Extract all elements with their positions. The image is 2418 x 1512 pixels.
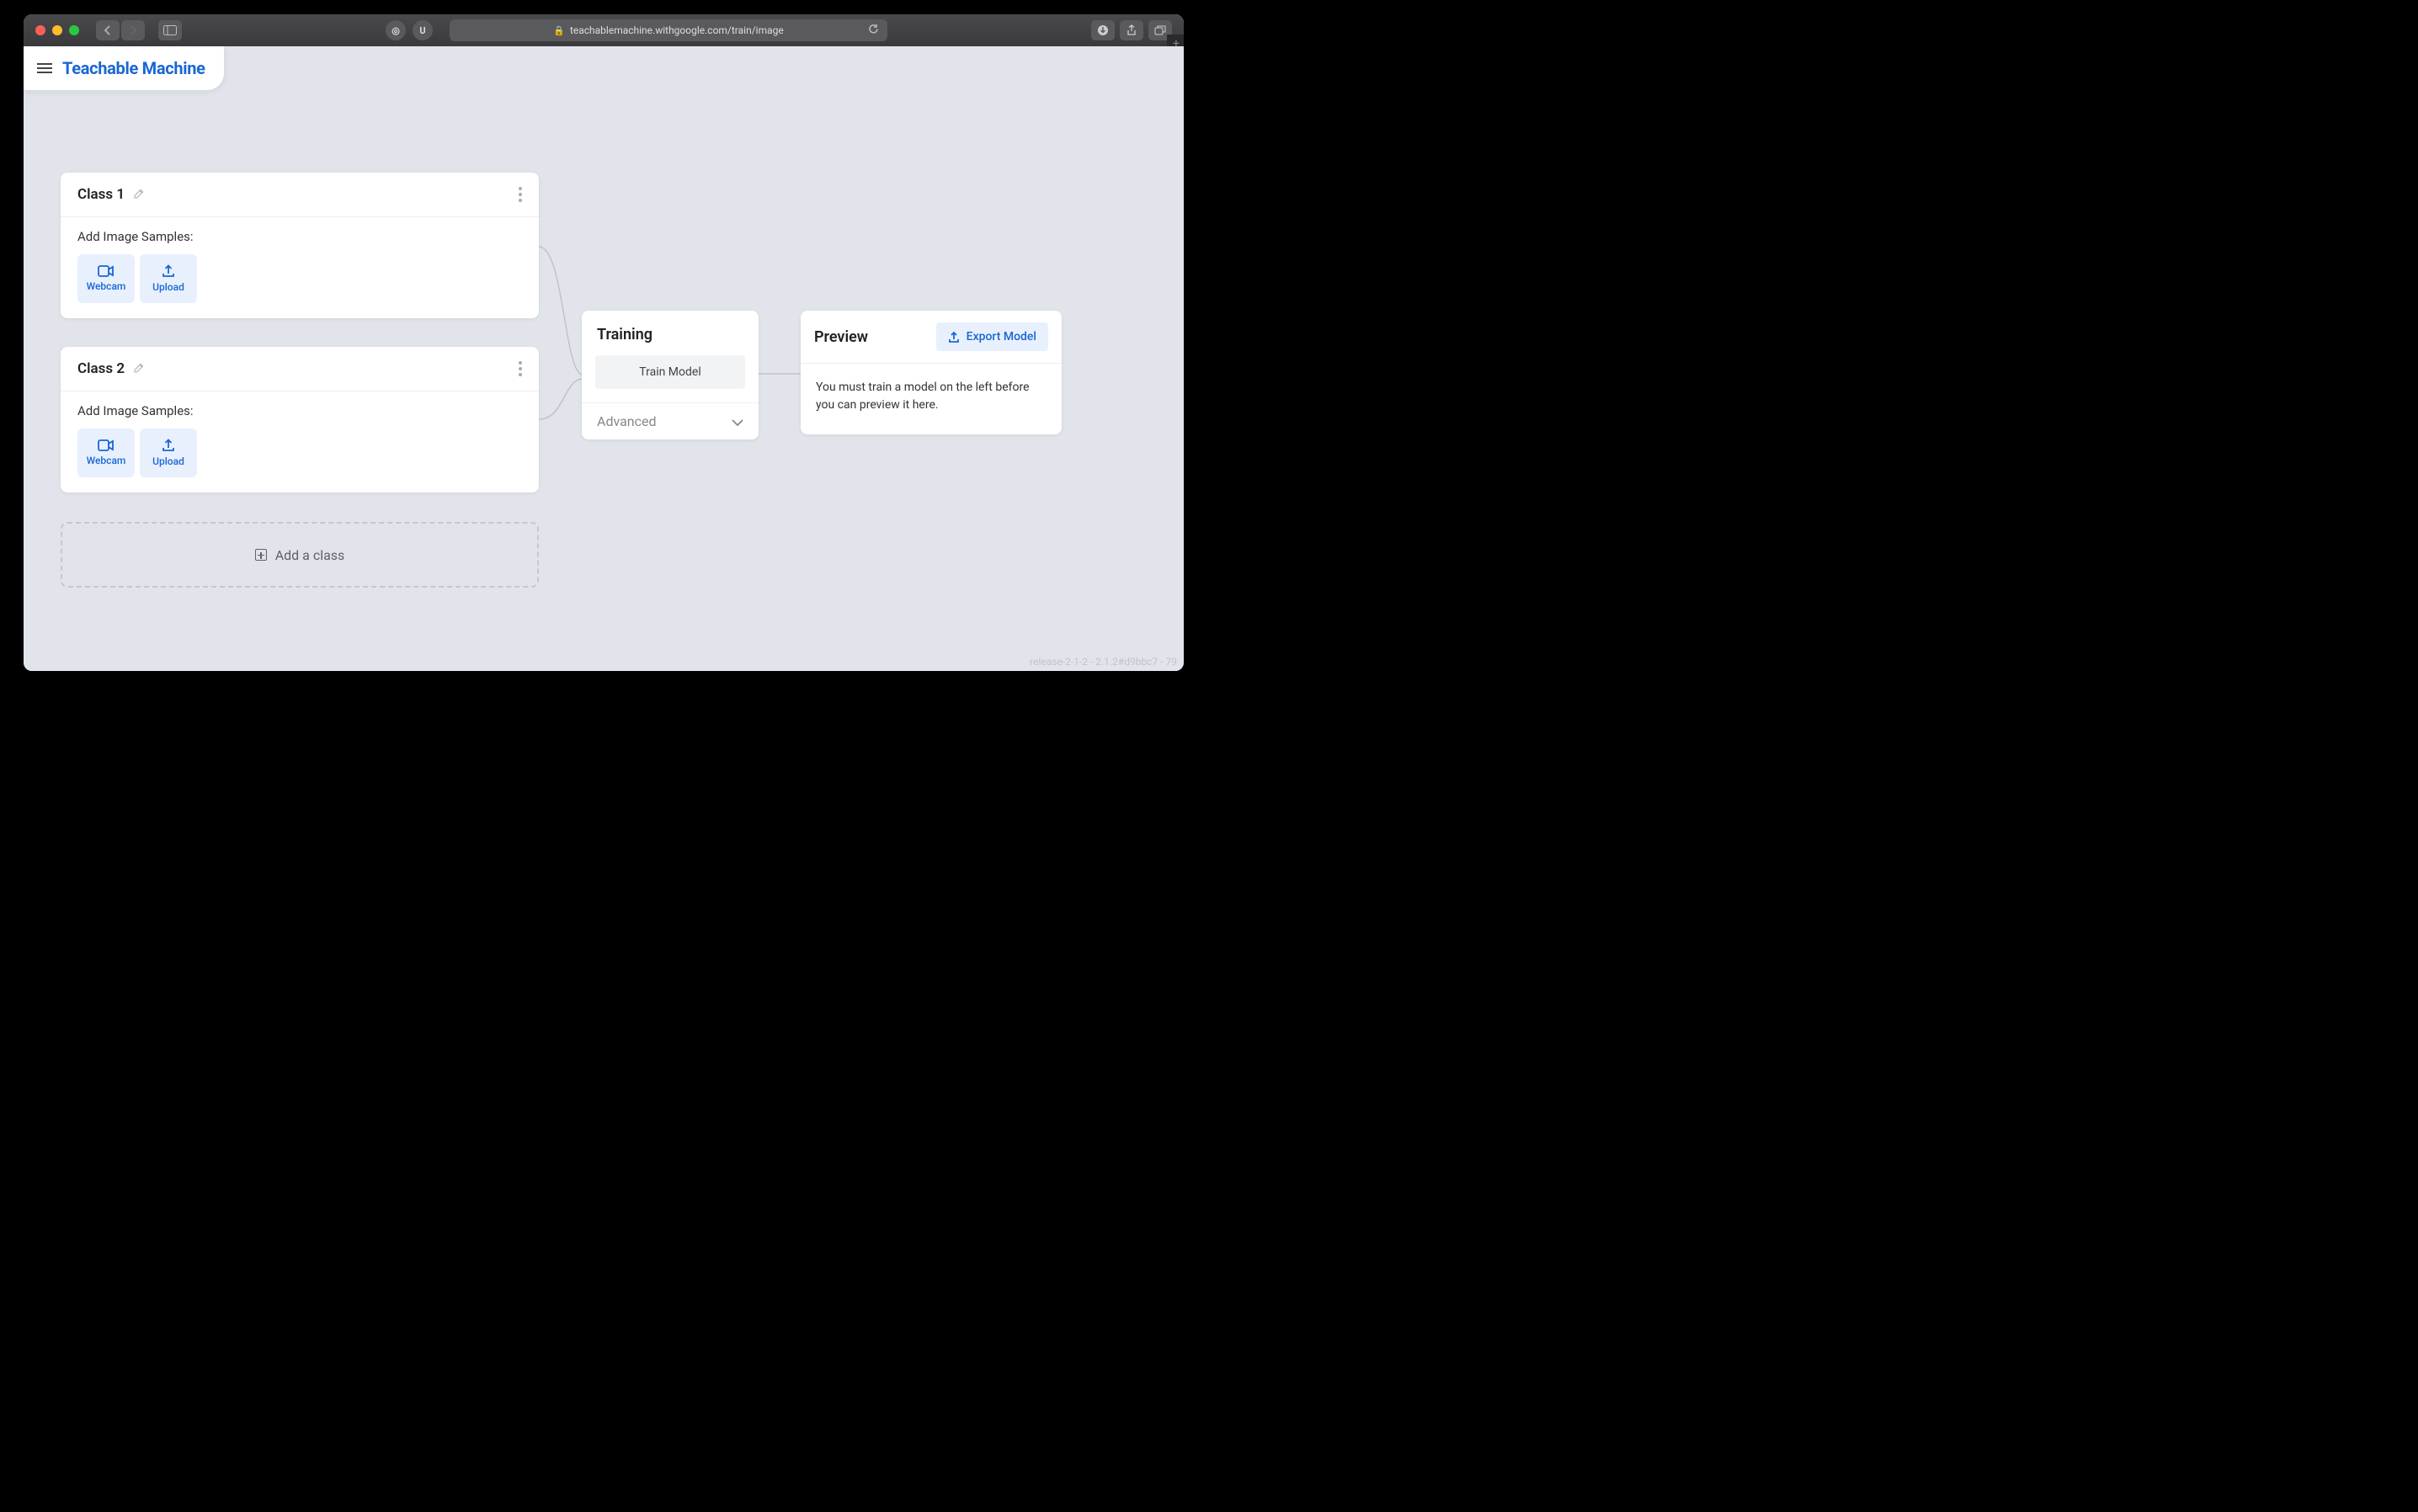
edit-icon[interactable] bbox=[133, 187, 145, 203]
samples-label: Add Image Samples: bbox=[77, 229, 522, 244]
samples-label: Add Image Samples: bbox=[77, 403, 522, 418]
window-controls bbox=[35, 25, 79, 35]
webcam-button[interactable]: Webcam bbox=[77, 429, 135, 477]
upload-icon bbox=[162, 439, 175, 452]
extension-button-1[interactable]: ◎ bbox=[386, 20, 406, 40]
class-card-header: Class 1 bbox=[61, 173, 539, 217]
upload-button[interactable]: Upload bbox=[140, 429, 197, 477]
browser-chrome: ◎ U 🔒 teachablemachine.withgoogle.com/tr… bbox=[24, 14, 1184, 46]
add-class-label: Add a class bbox=[275, 547, 345, 563]
extension-button-2[interactable]: U bbox=[413, 20, 433, 40]
export-icon bbox=[948, 331, 960, 343]
url-bar[interactable]: 🔒 teachablemachine.withgoogle.com/train/… bbox=[450, 19, 887, 41]
chevron-down-icon bbox=[732, 413, 743, 429]
preview-card: Preview Export Model You must train a mo… bbox=[801, 311, 1062, 434]
lock-icon: 🔒 bbox=[553, 25, 565, 36]
back-button[interactable] bbox=[96, 20, 120, 40]
upload-label: Upload bbox=[152, 455, 184, 467]
webcam-label: Webcam bbox=[87, 280, 126, 292]
export-label: Export Model bbox=[967, 330, 1036, 343]
preview-body-text: You must train a model on the left befor… bbox=[801, 364, 1062, 434]
class-card-1: Class 1 Add Image Samples: Webcam bbox=[61, 173, 539, 318]
upload-label: Upload bbox=[152, 281, 184, 293]
class-card-2: Class 2 Add Image Samples: Webcam bbox=[61, 347, 539, 492]
connector-line-preview bbox=[759, 370, 801, 378]
preview-title: Preview bbox=[814, 328, 868, 346]
webcam-icon bbox=[98, 265, 115, 277]
plus-square-icon bbox=[255, 549, 267, 561]
downloads-button[interactable] bbox=[1091, 20, 1115, 40]
more-options-button[interactable] bbox=[519, 361, 522, 376]
export-model-button[interactable]: Export Model bbox=[936, 322, 1048, 351]
webcam-button[interactable]: Webcam bbox=[77, 254, 135, 303]
advanced-label: Advanced bbox=[597, 413, 657, 429]
app-content: Teachable Machine Class 1 Add Image Samp… bbox=[24, 46, 1184, 671]
advanced-toggle[interactable]: Advanced bbox=[582, 403, 759, 439]
url-text: teachablemachine.withgoogle.com/train/im… bbox=[570, 24, 784, 36]
browser-window: ◎ U 🔒 teachablemachine.withgoogle.com/tr… bbox=[24, 14, 1184, 671]
sidebar-toggle-button[interactable] bbox=[158, 20, 182, 40]
version-text: release-2-1-2 - 2.1.2#d9bbc7 - 79 bbox=[1030, 656, 1177, 668]
close-window-button[interactable] bbox=[35, 25, 45, 35]
brand-title: Teachable Machine bbox=[62, 58, 205, 78]
class-card-header: Class 2 bbox=[61, 347, 539, 391]
add-class-button[interactable]: Add a class bbox=[61, 522, 539, 588]
more-options-button[interactable] bbox=[519, 187, 522, 202]
maximize-window-button[interactable] bbox=[69, 25, 79, 35]
training-card: Training Train Model Advanced bbox=[582, 311, 759, 439]
edit-icon[interactable] bbox=[133, 361, 145, 377]
class-title: Class 2 bbox=[77, 360, 125, 377]
training-title: Training bbox=[597, 326, 743, 343]
upload-icon bbox=[162, 264, 175, 278]
class-title: Class 1 bbox=[77, 186, 125, 203]
menu-button[interactable] bbox=[37, 63, 52, 73]
webcam-label: Webcam bbox=[87, 455, 126, 466]
upload-button[interactable]: Upload bbox=[140, 254, 197, 303]
train-model-button[interactable]: Train Model bbox=[595, 355, 745, 389]
minimize-window-button[interactable] bbox=[52, 25, 62, 35]
share-button[interactable] bbox=[1120, 20, 1143, 40]
forward-button[interactable] bbox=[121, 20, 145, 40]
refresh-icon[interactable] bbox=[868, 24, 879, 37]
app-header: Teachable Machine bbox=[24, 46, 224, 90]
webcam-icon bbox=[98, 439, 115, 451]
